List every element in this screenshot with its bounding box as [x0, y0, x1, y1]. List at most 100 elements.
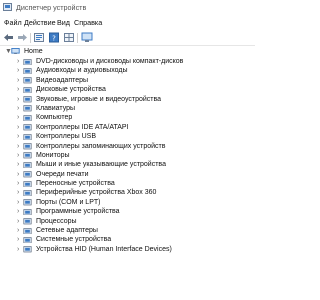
tree-item[interactable]: › Аудиовходы и аудиовыходы — [0, 66, 255, 75]
menu-file[interactable]: Файл — [4, 18, 22, 27]
system-device-icon — [23, 237, 32, 244]
properties-icon[interactable] — [33, 32, 45, 43]
tree-item[interactable]: › Процессоры — [0, 217, 255, 226]
help-icon[interactable]: ? — [48, 32, 60, 43]
tree-item[interactable]: › Порты (COM и LPT) — [0, 198, 255, 207]
expand-chevron-icon[interactable]: › — [17, 113, 19, 122]
tree-item[interactable]: › Системные устройства — [0, 235, 255, 244]
monitor-scan-icon[interactable] — [81, 32, 93, 43]
tree-item-label: Переносные устройства — [36, 180, 115, 188]
tree-item-label: Аудиовходы и аудиовыходы — [36, 67, 128, 75]
tree-item-label: Системные устройства — [36, 236, 112, 244]
tree-item[interactable]: › Устройства HID (Human Interface Devices… — [0, 245, 255, 254]
expand-chevron-icon[interactable]: › — [17, 57, 19, 66]
tree-item-label: Порты (COM и LPT) — [36, 198, 101, 206]
expand-chevron-icon[interactable]: › — [17, 123, 19, 132]
menu-view[interactable]: Вид — [57, 18, 70, 27]
port-icon — [23, 199, 32, 206]
expand-chevron-icon[interactable]: › — [17, 226, 19, 235]
expand-chevron-icon[interactable]: › — [17, 142, 19, 151]
dvd-drive-icon — [23, 58, 32, 65]
tree-item-label: Контроллеры запоминающих устройств — [36, 142, 166, 150]
toolbar: ? — [0, 30, 255, 46]
tree-item-label: DVD-дисководы и дисководы компакт-дисков — [36, 58, 184, 65]
tree-item[interactable]: › Компьютер — [0, 113, 255, 122]
toolbar-separator — [30, 33, 31, 43]
tree-item-label: Контроллеры USB — [36, 133, 96, 141]
tree-item[interactable]: › Периферийные устройства Xbox 360 — [0, 188, 255, 197]
tree-item[interactable]: › Сетевые адаптеры — [0, 226, 255, 235]
disk-drive-icon — [23, 86, 32, 93]
tree-item-label: Процессоры — [36, 217, 77, 225]
grid-icon[interactable] — [63, 32, 75, 43]
menu-action[interactable]: Действие — [24, 18, 56, 27]
expand-chevron-icon[interactable]: › — [17, 179, 19, 188]
expand-chevron-icon[interactable]: › — [17, 245, 19, 254]
tree-item[interactable]: › DVD-дисководы и дисководы компакт-диско… — [0, 57, 255, 66]
tree-item-label: Программные устройства — [36, 208, 120, 216]
audio-io-icon — [23, 68, 32, 75]
tree-item-label: Контроллеры IDE ATA/ATAPI — [36, 123, 129, 131]
ide-controller-icon — [23, 124, 32, 131]
computer-icon — [23, 115, 32, 122]
display-adapter-icon — [23, 77, 32, 84]
expand-chevron-icon[interactable]: › — [17, 85, 19, 94]
tree-root[interactable]: ▼ Home — [0, 46, 255, 57]
usb-controller-icon — [23, 133, 32, 140]
forward-arrow-icon[interactable] — [16, 32, 28, 43]
tree-item-label: Устройства HID (Human Interface Devices) — [36, 245, 172, 253]
tree-item[interactable]: › Контроллеры USB — [0, 132, 255, 141]
mouse-icon — [23, 161, 32, 169]
expand-chevron-icon[interactable]: › — [17, 76, 19, 85]
xbox-peripheral-icon — [23, 190, 32, 197]
expand-chevron-icon[interactable]: › — [17, 132, 19, 141]
expand-chevron-icon[interactable]: › — [17, 170, 19, 179]
tree-item[interactable]: › Очереди печати — [0, 170, 255, 179]
expand-chevron-icon[interactable]: › — [17, 66, 19, 75]
tree-item[interactable]: › Клавиатуры — [0, 104, 255, 113]
expand-chevron-icon[interactable]: › — [17, 198, 19, 207]
expand-chevron-icon[interactable]: › — [17, 95, 19, 104]
tree-item-label: Компьютер — [36, 114, 73, 122]
expand-chevron-icon[interactable]: › — [17, 104, 19, 113]
expand-chevron-icon[interactable]: › — [17, 188, 19, 197]
hid-device-icon — [23, 246, 32, 253]
computer-root-icon — [11, 47, 20, 54]
portable-device-icon — [23, 180, 32, 187]
title-bar: Диспетчер устройств — [0, 0, 255, 16]
tree-item-label: Дисковые устройства — [36, 86, 106, 94]
tree-item[interactable]: › Контроллеры запоминающих устройств — [0, 142, 255, 151]
tree-item[interactable]: › Контроллеры IDE ATA/ATAPI — [0, 123, 255, 132]
toolbar-separator — [77, 33, 78, 43]
tree-item[interactable]: › Мыши и иные указывающие устройства — [0, 160, 255, 169]
tree-item-label: Очереди печати — [36, 170, 89, 178]
menu-bar: Файл Действие Вид Справка — [0, 16, 255, 30]
storage-controller-icon — [23, 143, 32, 150]
processor-icon — [23, 218, 32, 225]
tree-item[interactable]: › Переносные устройства — [0, 179, 255, 188]
software-device-icon — [23, 208, 32, 216]
tree-item[interactable]: › Видеоадаптеры — [0, 76, 255, 85]
tree-item-label: Мониторы — [36, 151, 70, 159]
expand-chevron-icon[interactable]: › — [17, 235, 19, 244]
tree-root-label: Home — [24, 48, 43, 55]
tree-item-label: Сетевые адаптеры — [36, 227, 98, 235]
tree-item-label: Периферийные устройства Xbox 360 — [36, 189, 157, 197]
tree-item[interactable]: › Дисковые устройства — [0, 85, 255, 94]
keyboard-icon — [23, 105, 32, 112]
network-adapter-icon — [23, 227, 32, 234]
expand-chevron-icon[interactable]: › — [17, 217, 19, 226]
expand-chevron-icon[interactable]: › — [17, 151, 19, 160]
monitor-icon — [23, 152, 32, 159]
window-title: Диспетчер устройств — [16, 3, 87, 12]
tree-item[interactable]: › Программные устройства — [0, 207, 255, 216]
menu-help[interactable]: Справка — [74, 18, 102, 27]
tree-item-label: Видеоадаптеры — [36, 76, 89, 84]
expand-chevron-icon[interactable]: › — [17, 207, 19, 216]
tree-item[interactable]: › Звуковые, игровые и видеоустройства — [0, 95, 255, 104]
tree-item-label: Мыши и иные указывающие устройства — [36, 161, 166, 169]
print-queue-icon — [23, 171, 32, 178]
tree-item[interactable]: › Мониторы — [0, 151, 255, 160]
back-arrow-icon[interactable] — [3, 32, 15, 43]
expand-chevron-icon[interactable]: › — [17, 160, 19, 169]
